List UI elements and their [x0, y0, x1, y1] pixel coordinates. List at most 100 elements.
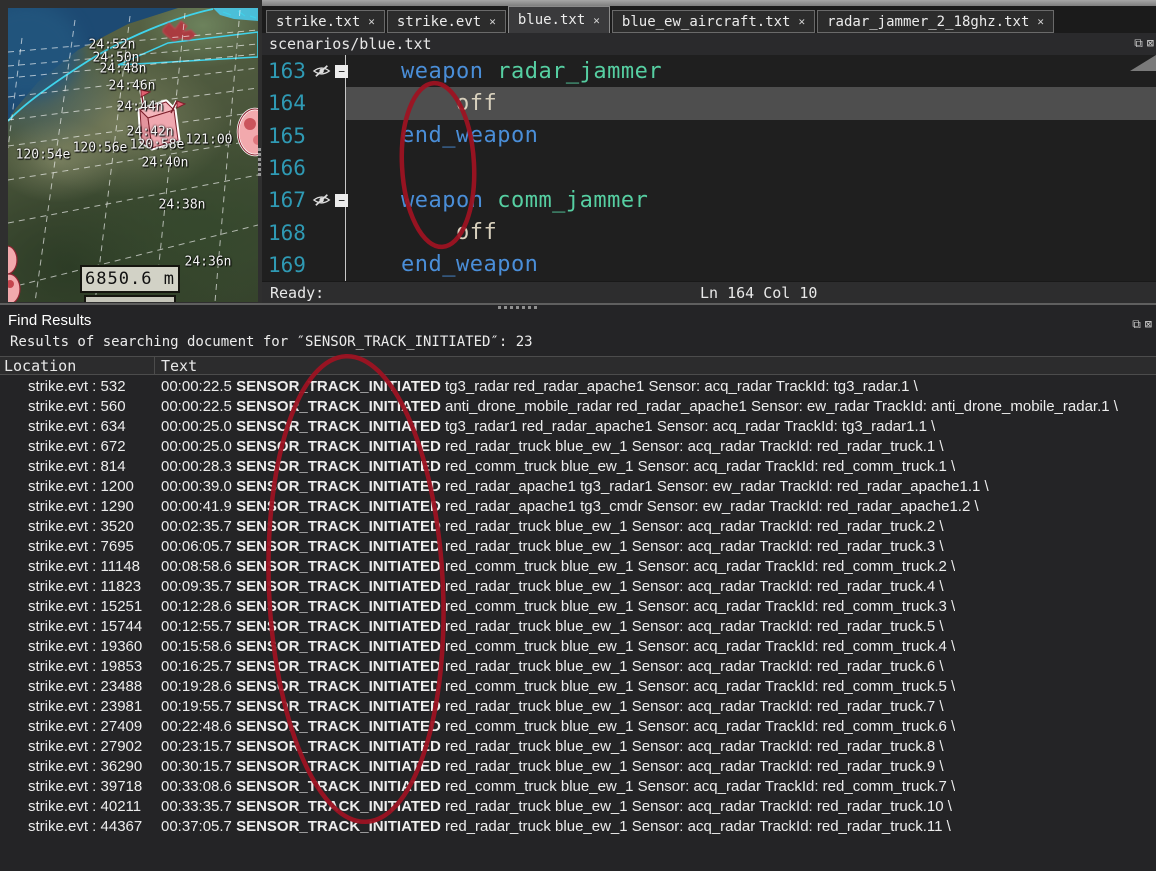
map-grid-label: 120:56e [73, 141, 128, 156]
code-text[interactable]: weapon radar_jammer [346, 55, 1156, 87]
breadcrumb-bar: scenarios/blue.txt ⧉⊠ [262, 33, 1156, 55]
map-feature-cyan [213, 8, 258, 21]
result-text: 00:23:15.7 SENSOR_TRACK_INITIATED red_ra… [155, 738, 944, 755]
result-time: 00:19:55.7 [161, 698, 232, 715]
result-row[interactable]: strike.evt : 40211 00:33:35.7 SENSOR_TRA… [0, 796, 1156, 816]
result-row[interactable]: strike.evt : 1200 00:00:39.0 SENSOR_TRAC… [0, 476, 1156, 496]
result-row[interactable]: strike.evt : 634 00:00:25.0 SENSOR_TRACK… [0, 416, 1156, 436]
result-row[interactable]: strike.evt : 814 00:00:28.3 SENSOR_TRACK… [0, 456, 1156, 476]
result-row[interactable]: strike.evt : 11148 00:08:58.6 SENSOR_TRA… [0, 556, 1156, 576]
result-row[interactable]: strike.evt : 19853 00:16:25.7 SENSOR_TRA… [0, 656, 1156, 676]
fold-marker[interactable]: − [335, 194, 348, 207]
tab-close-icon[interactable]: ✕ [489, 15, 496, 28]
result-row[interactable]: strike.evt : 27409 00:22:48.6 SENSOR_TRA… [0, 716, 1156, 736]
result-time: 00:00:39.0 [161, 478, 232, 495]
result-row[interactable]: strike.evt : 532 00:00:22.5 SENSOR_TRACK… [0, 376, 1156, 396]
result-location: strike.evt : 19360 [0, 638, 155, 655]
result-row[interactable]: strike.evt : 11823 00:09:35.7 SENSOR_TRA… [0, 576, 1156, 596]
hidden-eye-icon[interactable] [312, 193, 331, 207]
result-text: 00:08:58.6 SENSOR_TRACK_INITIATED red_co… [155, 558, 955, 575]
result-row[interactable]: strike.evt : 23488 00:19:28.6 SENSOR_TRA… [0, 676, 1156, 696]
code-text[interactable]: weapon comm_jammer [346, 184, 1156, 216]
column-header-text: Text [155, 357, 197, 374]
map-viewport[interactable]: 24:52n24:50n24:48n24:46n24:44n24:42n24:4… [8, 8, 258, 302]
result-detail: red_radar_truck blue_ew_1 Sensor: acq_ra… [441, 818, 951, 835]
result-time: 00:15:58.6 [161, 638, 232, 655]
result-row[interactable]: strike.evt : 1290 00:00:41.9 SENSOR_TRAC… [0, 496, 1156, 516]
result-detail: red_radar_truck blue_ew_1 Sensor: acq_ra… [441, 738, 944, 755]
result-detail: red_comm_truck blue_ew_1 Sensor: acq_rad… [441, 718, 955, 735]
tab-close-icon[interactable]: ✕ [1037, 15, 1044, 28]
tab-close-icon[interactable]: ✕ [798, 15, 805, 28]
result-detail: red_radar_apache1 tg3_radar1 Sensor: ew_… [441, 478, 989, 495]
result-event: SENSOR_TRACK_INITIATED [232, 658, 441, 675]
result-row[interactable]: strike.evt : 15744 00:12:55.7 SENSOR_TRA… [0, 616, 1156, 636]
result-detail: red_radar_apache1 tg3_cmdr Sensor: ew_ra… [441, 498, 979, 515]
result-row[interactable]: strike.evt : 44367 00:37:05.7 SENSOR_TRA… [0, 816, 1156, 836]
code-text[interactable]: end_weapon [346, 120, 1156, 152]
result-text: 00:22:48.6 SENSOR_TRACK_INITIATED red_co… [155, 718, 955, 735]
cursor-position-label: Ln 164 Col 10 [700, 284, 817, 302]
close-panel-icon[interactable]: ⊠ [1147, 36, 1154, 50]
result-location: strike.evt : 44367 [0, 818, 155, 835]
result-row[interactable]: strike.evt : 15251 00:12:28.6 SENSOR_TRA… [0, 596, 1156, 616]
red-area-scribble [163, 21, 196, 41]
line-number: 165 [268, 124, 312, 148]
panel-title: Find Results [8, 312, 91, 329]
float-window-icon[interactable]: ⧉ [1134, 36, 1143, 50]
result-row[interactable]: strike.evt : 27902 00:23:15.7 SENSOR_TRA… [0, 736, 1156, 756]
result-event: SENSOR_TRACK_INITIATED [232, 478, 441, 495]
result-row[interactable]: strike.evt : 39718 00:33:08.6 SENSOR_TRA… [0, 776, 1156, 796]
close-panel-icon[interactable]: ⊠ [1145, 317, 1152, 331]
code-text[interactable]: off [346, 87, 1156, 119]
code-line: 163 − weapon radar_jammer [262, 55, 1156, 87]
results-header-row: Location Text [0, 356, 1156, 375]
hidden-eye-icon[interactable] [312, 64, 331, 78]
result-event: SENSOR_TRACK_INITIATED [232, 398, 441, 415]
code-line: 165 − end_weapon [262, 120, 1156, 152]
editor-tab[interactable]: blue.txt ✕ [508, 6, 610, 33]
tab-close-icon[interactable]: ✕ [593, 14, 600, 27]
fold-marker[interactable]: − [335, 65, 348, 78]
editor-tab[interactable]: blue_ew_aircraft.txt ✕ [612, 10, 815, 33]
editor-tab[interactable]: strike.txt ✕ [266, 10, 385, 33]
result-event: SENSOR_TRACK_INITIATED [232, 538, 441, 555]
result-time: 00:16:25.7 [161, 658, 232, 675]
result-event: SENSOR_TRACK_INITIATED [232, 518, 441, 535]
code-text[interactable] [346, 152, 1156, 184]
result-detail: red_comm_truck blue_ew_1 Sensor: acq_rad… [441, 638, 955, 655]
result-event: SENSOR_TRACK_INITIATED [232, 598, 441, 615]
result-location: strike.evt : 40211 [0, 798, 155, 815]
editor-tab[interactable]: radar_jammer_2_18ghz.txt ✕ [817, 10, 1054, 33]
result-detail: red_radar_truck blue_ew_1 Sensor: acq_ra… [441, 658, 944, 675]
line-number: 163 [268, 59, 312, 83]
result-event: SENSOR_TRACK_INITIATED [232, 758, 441, 775]
code-text[interactable]: off [346, 216, 1156, 248]
editor-window-icons: ⧉⊠ [1134, 36, 1154, 50]
result-time: 00:33:35.7 [161, 798, 232, 815]
result-row[interactable]: strike.evt : 3520 00:02:35.7 SENSOR_TRAC… [0, 516, 1156, 536]
result-text: 00:00:25.0 SENSOR_TRACK_INITIATED red_ra… [155, 438, 944, 455]
code-editor[interactable]: 163 − weapon radar_jammer 164 − off 165 [262, 55, 1156, 281]
vertical-splitter-handle[interactable] [258, 146, 262, 178]
result-event: SENSOR_TRACK_INITIATED [232, 378, 441, 395]
status-ready-label: Ready: [270, 284, 324, 302]
result-row[interactable]: strike.evt : 36290 00:30:15.7 SENSOR_TRA… [0, 756, 1156, 776]
result-row[interactable]: strike.evt : 19360 00:15:58.6 SENSOR_TRA… [0, 636, 1156, 656]
result-row[interactable]: strike.evt : 23981 00:19:55.7 SENSOR_TRA… [0, 696, 1156, 716]
result-row[interactable]: strike.evt : 7695 00:06:05.7 SENSOR_TRAC… [0, 536, 1156, 556]
result-event: SENSOR_TRACK_INITIATED [232, 818, 441, 835]
editor-tab[interactable]: strike.evt ✕ [387, 10, 506, 33]
map-grid-label: 24:48n [100, 62, 147, 77]
result-row[interactable]: strike.evt : 672 00:00:25.0 SENSOR_TRACK… [0, 436, 1156, 456]
code-text[interactable]: end_weapon [346, 249, 1156, 281]
result-location: strike.evt : 15744 [0, 618, 155, 635]
code-line: 168 − off [262, 216, 1156, 248]
horizontal-splitter-handle[interactable] [498, 306, 537, 309]
float-window-icon[interactable]: ⧉ [1132, 317, 1141, 331]
result-detail: red_comm_truck blue_ew_1 Sensor: acq_rad… [441, 458, 955, 475]
result-row[interactable]: strike.evt : 560 00:00:22.5 SENSOR_TRACK… [0, 396, 1156, 416]
tab-close-icon[interactable]: ✕ [368, 15, 375, 28]
editor-panel: strike.txt ✕ strike.evt ✕ blue.txt ✕ blu… [262, 0, 1156, 303]
find-window-icons: ⧉⊠ [1132, 317, 1152, 331]
